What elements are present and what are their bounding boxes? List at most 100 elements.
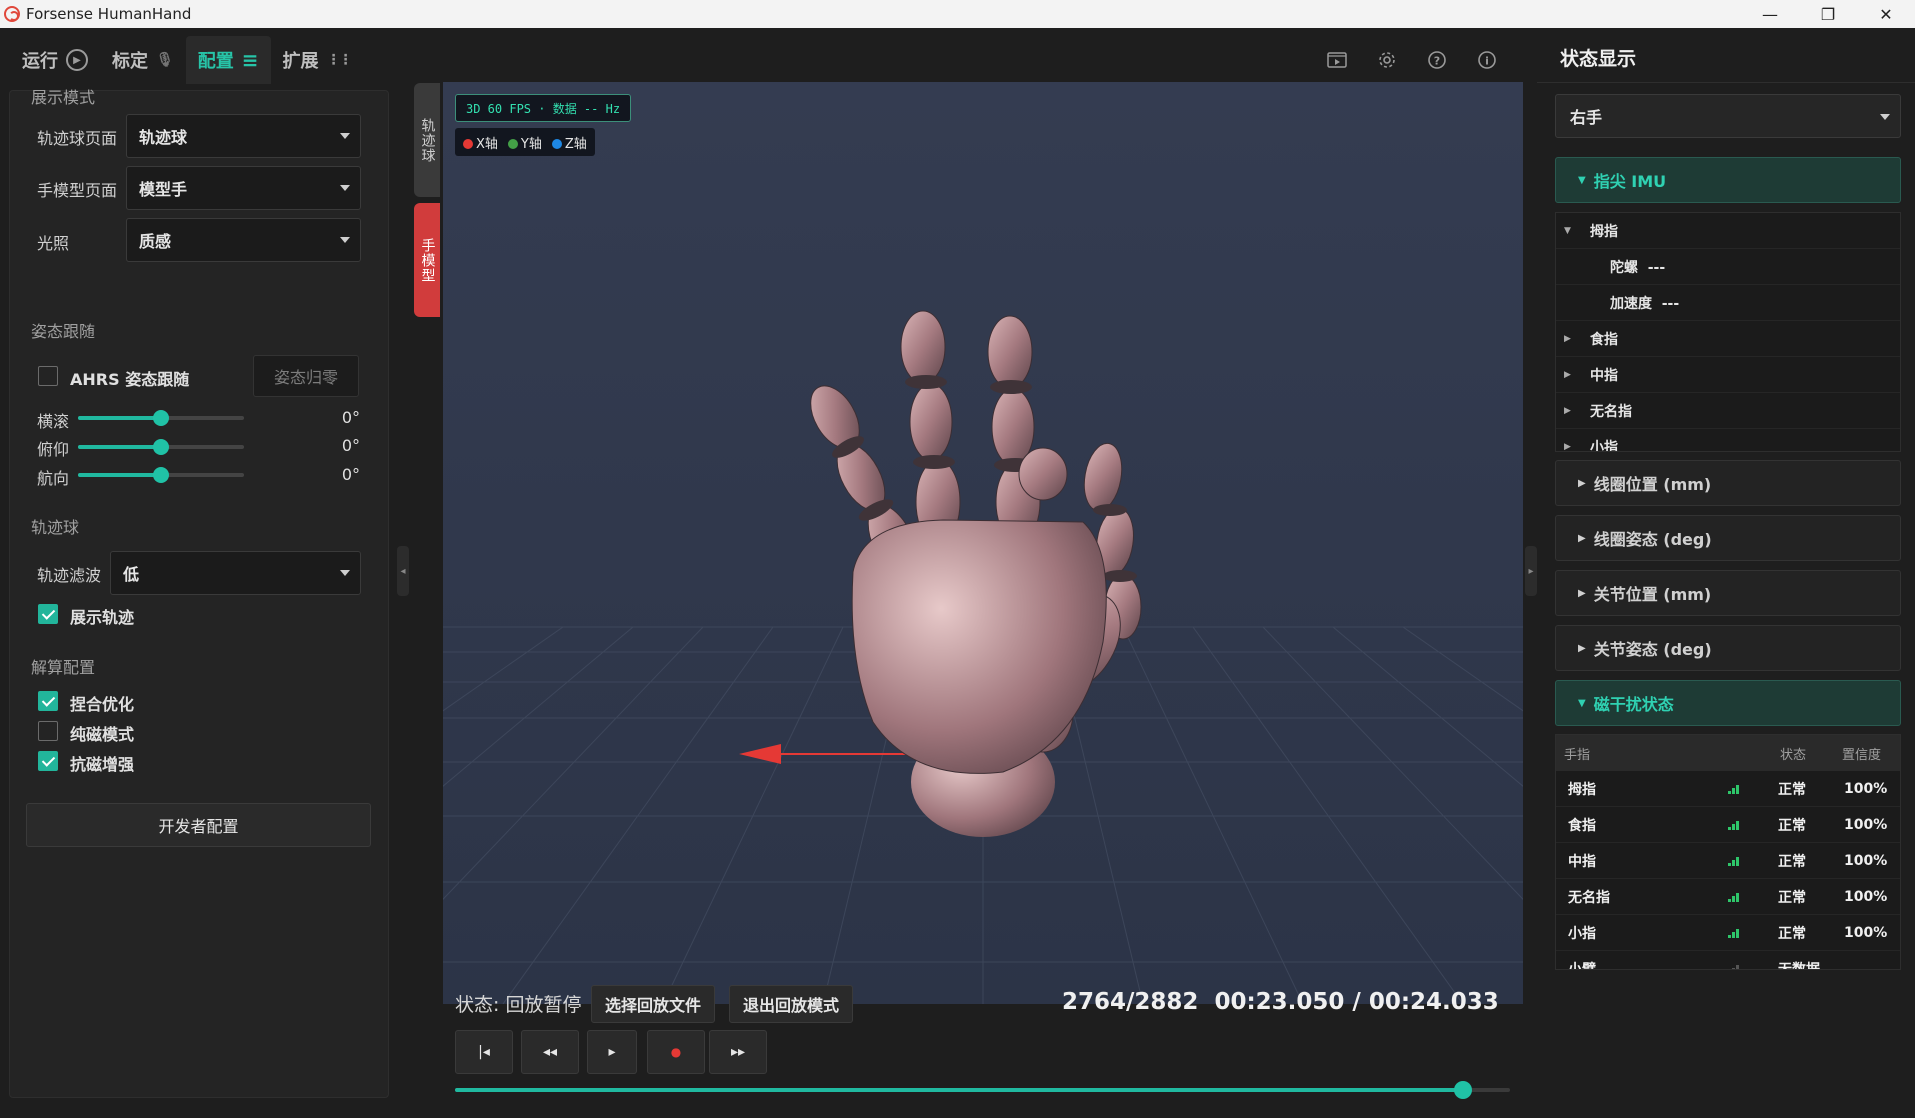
pure-mag-checkbox[interactable]	[38, 721, 58, 741]
hand-scene	[443, 310, 1523, 1004]
cell-state: 正常	[1778, 782, 1806, 798]
trail-filter-label: 轨迹滤波	[37, 566, 102, 585]
signal-bars-icon	[1728, 928, 1742, 938]
chevron-down-icon: ▼	[1564, 225, 1571, 236]
coil-attitude-label: 线圈姿态 (deg)	[1593, 530, 1712, 549]
window-controls: — ❐ ✕	[1741, 0, 1915, 28]
tab-extend[interactable]: 扩展 ⋮⋮	[271, 36, 363, 84]
trackball-page-select[interactable]: 轨迹球	[126, 114, 361, 158]
tree-item-label: 小指	[1590, 439, 1618, 452]
fast-forward-button[interactable]: ▸▸	[709, 1030, 767, 1074]
pitch-slider-knob[interactable]	[153, 439, 169, 455]
app-logo-icon	[4, 6, 20, 22]
interference-section-label: 磁干扰状态	[1593, 695, 1674, 714]
hand-select[interactable]: 右手	[1555, 94, 1901, 138]
yaw-value: 0°	[341, 465, 360, 484]
help-icon[interactable]: ?	[1425, 48, 1449, 72]
svg-text:?: ?	[1434, 55, 1440, 68]
chevron-down-icon	[340, 237, 350, 243]
roll-slider-fill	[78, 416, 161, 420]
tree-item-label: 中指	[1590, 367, 1618, 384]
tree-item-thumb[interactable]: ▼ 拇指	[1556, 213, 1900, 249]
anti-mag-checkbox[interactable]	[38, 751, 58, 771]
skip-start-button[interactable]: |◂	[455, 1030, 513, 1074]
exit-playback-mode-button[interactable]: 退出回放模式	[729, 985, 853, 1023]
trail-filter-select[interactable]: 低	[110, 551, 361, 595]
signal-bars-icon	[1728, 784, 1742, 794]
show-trail-label: 展示轨迹	[70, 608, 135, 627]
close-button[interactable]: ✕	[1857, 0, 1915, 28]
trackball-title: 轨迹球	[31, 518, 80, 537]
joint-position-section[interactable]: ▶ 关节位置 (mm)	[1555, 570, 1901, 616]
cell-confidence: 100%	[1844, 781, 1888, 797]
coil-position-section[interactable]: ▶ 线圈位置 (mm)	[1555, 460, 1901, 506]
chevron-right-icon: ▶	[1578, 477, 1586, 489]
cell-state: 正常	[1778, 818, 1806, 834]
playback-status: 状态: 回放暂停	[455, 994, 582, 1016]
pose-follow-title: 姿态跟随	[31, 322, 96, 341]
chevron-right-icon: ▶	[1564, 333, 1571, 344]
side-tab-trackball[interactable]: 轨迹球	[414, 83, 440, 197]
tab-run[interactable]: 运行 ▶	[10, 36, 100, 84]
signal-bars-icon	[1728, 856, 1742, 866]
show-trail-checkbox[interactable]	[38, 604, 58, 624]
rewind-button[interactable]: ◂◂	[521, 1030, 579, 1074]
hand-model-page-select[interactable]: 模型手	[126, 166, 361, 210]
collapse-right-handle[interactable]: ▸	[1525, 546, 1537, 596]
pose-reset-button[interactable]: 姿态归零	[253, 355, 359, 397]
tree-item-label: 加速度 ---	[1610, 295, 1680, 312]
table-row: 小指 正常 100%	[1556, 915, 1900, 951]
hand-model-page-label: 手模型页面	[37, 181, 118, 200]
side-tab-hand-model[interactable]: 手模型	[414, 203, 440, 317]
tab-calibrate[interactable]: 标定 🎙	[100, 36, 186, 84]
lighting-value: 质感	[139, 232, 172, 251]
tree-item-middle[interactable]: ▶ 中指	[1556, 357, 1900, 393]
header-state: 状态	[1780, 747, 1807, 763]
info-icon[interactable]: i	[1475, 48, 1499, 72]
header-finger: 手指	[1564, 747, 1591, 763]
coil-attitude-section[interactable]: ▶ 线圈姿态 (deg)	[1555, 515, 1901, 561]
play-button[interactable]: ▸	[587, 1030, 637, 1074]
ahrs-checkbox[interactable]	[38, 366, 58, 386]
chevron-right-icon: ▶	[1564, 441, 1571, 452]
x-axis-arrow-head	[739, 744, 781, 764]
interference-section-header[interactable]: ▼ 磁干扰状态	[1555, 680, 1901, 726]
collapse-left-handle[interactable]: ◂	[397, 546, 409, 596]
lighting-select[interactable]: 质感	[126, 218, 361, 262]
tree-item-pinky[interactable]: ▶ 小指	[1556, 429, 1900, 452]
playback-progress-fill	[455, 1088, 1463, 1092]
imu-section-header[interactable]: ▼ 指尖 IMU	[1555, 157, 1901, 203]
gear-icon[interactable]	[1375, 48, 1399, 72]
video-icon[interactable]	[1325, 48, 1349, 72]
side-tab-hand-model-label: 手模型	[419, 237, 436, 283]
tab-config[interactable]: 配置 ≡	[185, 36, 271, 84]
imu-section-label: 指尖 IMU	[1593, 172, 1667, 191]
axis-legend: X轴 Y轴 Z轴	[455, 128, 595, 156]
tree-item-label: 无名指	[1590, 403, 1632, 420]
tree-item-ring[interactable]: ▶ 无名指	[1556, 393, 1900, 429]
select-playback-file-button[interactable]: 选择回放文件	[591, 985, 715, 1023]
chevron-down-icon: ▼	[1578, 697, 1586, 709]
table-row: 中指 正常 100%	[1556, 843, 1900, 879]
tab-calibrate-label: 标定	[112, 51, 148, 72]
grid-dots-icon: ⋮⋮	[326, 52, 353, 68]
3d-viewport[interactable]: 3D 60 FPS · 数据 -- Hz X轴 Y轴 Z轴	[443, 82, 1523, 1004]
sliders-icon: ≡	[241, 48, 259, 72]
developer-config-button[interactable]: 开发者配置	[26, 803, 371, 847]
roll-slider-knob[interactable]	[153, 410, 169, 426]
record-button[interactable]: ●	[647, 1030, 705, 1074]
playback-progress-knob[interactable]	[1453, 1081, 1472, 1099]
joint-attitude-section[interactable]: ▶ 关节姿态 (deg)	[1555, 625, 1901, 671]
cell-finger: 小臂	[1568, 962, 1596, 970]
pinch-opt-checkbox[interactable]	[38, 691, 58, 711]
interference-table: 手指 状态 置信度 拇指 正常 100% 食指 正常 100% 中指 正常 100% 无名指 正常 1…	[1555, 734, 1901, 970]
cell-finger: 中指	[1568, 854, 1596, 870]
hand-palm	[851, 519, 1107, 774]
cell-finger: 拇指	[1568, 782, 1596, 798]
pure-mag-label: 纯磁模式	[70, 725, 135, 744]
maximize-button[interactable]: ❐	[1799, 0, 1857, 28]
tree-item-index[interactable]: ▶ 食指	[1556, 321, 1900, 357]
cell-state: 正常	[1778, 890, 1806, 906]
minimize-button[interactable]: —	[1741, 0, 1799, 28]
yaw-slider-knob[interactable]	[153, 467, 169, 483]
